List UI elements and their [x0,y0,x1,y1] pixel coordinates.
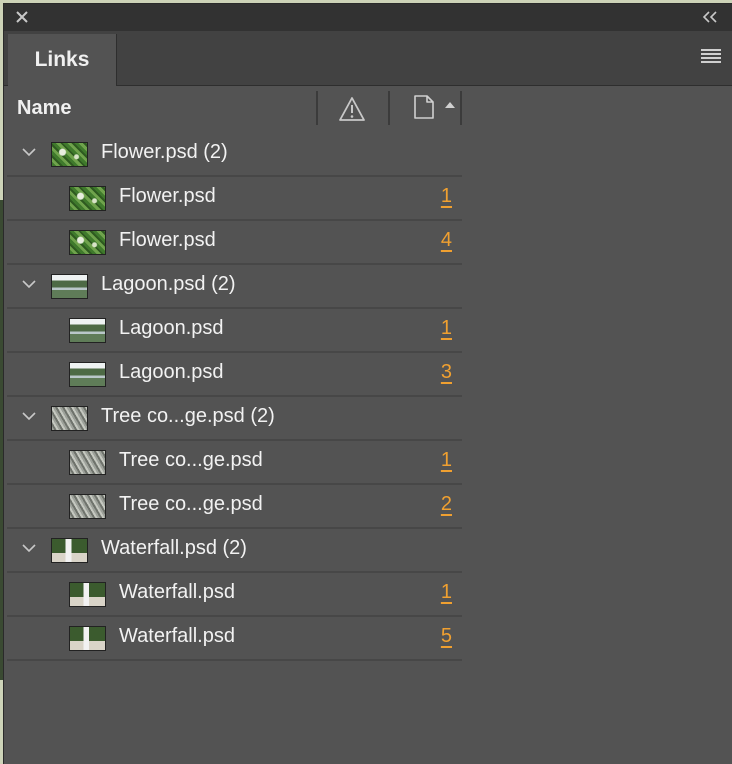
waterfall-thumbnail [69,582,106,607]
page-number-link[interactable]: 1 [441,449,452,472]
page-icon[interactable] [413,94,435,120]
link-group-label: Flower.psd (2) [101,141,228,163]
link-instance-row[interactable]: Lagoon.psd 1 [7,309,462,353]
link-group-row[interactable]: Tree co...ge.psd (2) [7,397,462,441]
link-group-row[interactable]: Waterfall.psd (2) [7,529,462,573]
lagoon-thumbnail [69,362,106,387]
chevron-down-icon[interactable] [21,542,37,554]
lagoon-thumbnail [69,318,106,343]
tree-thumbnail [51,406,88,431]
page-number-link[interactable]: 3 [441,361,452,384]
chevron-down-icon[interactable] [21,278,37,290]
link-instance-row[interactable]: Flower.psd 4 [7,221,462,265]
lagoon-thumbnail [51,274,88,299]
link-instance-row[interactable]: Flower.psd 1 [7,177,462,221]
column-header: Name [4,85,732,133]
waterfall-thumbnail [69,626,106,651]
sort-up-icon[interactable] [444,101,456,109]
flower-thumbnail [51,142,88,167]
page-number-link[interactable]: 1 [441,185,452,208]
link-instance-label: Flower.psd [119,185,216,207]
page-number-link[interactable]: 1 [441,581,452,604]
waterfall-thumbnail [51,538,88,563]
page-number-link[interactable]: 4 [441,229,452,252]
page-number-link[interactable]: 1 [441,317,452,340]
column-divider [460,91,462,125]
hamburger-menu-icon[interactable] [701,49,721,65]
link-instance-label: Lagoon.psd [119,361,224,383]
link-instance-label: Waterfall.psd [119,581,235,603]
links-panel: Links Name Flower.psd (2) Flower.psd 1 F… [3,3,732,764]
close-icon[interactable] [14,9,30,25]
tree-thumbnail [69,450,106,475]
link-instance-label: Waterfall.psd [119,625,235,647]
column-divider [316,91,318,125]
chevron-down-icon[interactable] [21,410,37,422]
link-instance-row[interactable]: Waterfall.psd 1 [7,573,462,617]
link-group-row[interactable]: Flower.psd (2) [7,133,462,177]
page-number-link[interactable]: 5 [441,625,452,648]
link-instance-label: Tree co...ge.psd [119,493,263,515]
column-name-header[interactable]: Name [17,97,71,120]
column-divider [388,91,390,125]
link-instance-label: Lagoon.psd [119,317,224,339]
tab-bar: Links [4,31,732,86]
link-instance-row[interactable]: Tree co...ge.psd 2 [7,485,462,529]
warning-icon[interactable] [338,96,366,122]
flower-thumbnail [69,230,106,255]
panel-titlebar [4,4,732,31]
link-instance-label: Tree co...ge.psd [119,449,263,471]
tree-thumbnail [69,494,106,519]
chevron-down-icon[interactable] [21,146,37,158]
link-instance-row[interactable]: Lagoon.psd 3 [7,353,462,397]
page-number-link[interactable]: 2 [441,493,452,516]
link-group-label: Waterfall.psd (2) [101,537,247,559]
link-instance-label: Flower.psd [119,229,216,251]
links-list: Flower.psd (2) Flower.psd 1 Flower.psd 4… [7,133,462,661]
flower-thumbnail [69,186,106,211]
link-instance-row[interactable]: Waterfall.psd 5 [7,617,462,661]
tab-links[interactable]: Links [8,34,117,86]
link-group-label: Tree co...ge.psd (2) [101,405,275,427]
link-group-label: Lagoon.psd (2) [101,273,236,295]
link-group-row[interactable]: Lagoon.psd (2) [7,265,462,309]
double-chevron-left-icon[interactable] [701,9,719,25]
link-instance-row[interactable]: Tree co...ge.psd 1 [7,441,462,485]
